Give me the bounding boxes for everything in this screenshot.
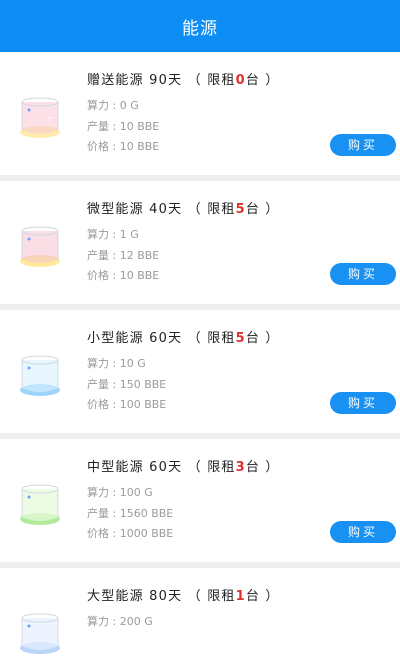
buy-button[interactable]: 购买 (330, 134, 396, 156)
limit-suffix: 台 ） (245, 589, 280, 604)
product-card: 中型能源 60天 （ 限租3台 ） 算力 : 100 G 产量 : 1560 B… (0, 439, 400, 568)
limit-suffix: 台 ） (245, 460, 280, 475)
energy-jar-icon (20, 226, 60, 267)
price-text: 价格 : 10 BBE (87, 269, 160, 282)
app-header: 能源 (0, 0, 400, 52)
product-days: 60天 (149, 331, 183, 346)
energy-product-list: 赠送能源 90天 （ 限租0台 ） 算力 : 0 G 产量 : 10 BBE 价… (0, 52, 400, 668)
limit-count: 3 (235, 460, 246, 475)
product-title: 小型能源 60天 （ 限租5台 ） (87, 327, 280, 346)
product-card: 赠送能源 90天 （ 限租0台 ） 算力 : 0 G 产量 : 10 BBE 价… (0, 52, 400, 181)
product-card: 小型能源 60天 （ 限租5台 ） 算力 : 10 G 产量 : 150 BBE… (0, 310, 400, 439)
buy-button[interactable]: 购买 (330, 263, 396, 285)
energy-jar-icon (20, 97, 60, 138)
output-text: 产量 : 10 BBE (87, 120, 160, 133)
buy-button[interactable]: 购买 (330, 392, 396, 414)
output-text: 产量 : 12 BBE (87, 249, 160, 262)
buy-button[interactable]: 购买 (330, 521, 396, 543)
product-name: 大型能源 (87, 589, 144, 604)
limit-count: 0 (235, 73, 246, 88)
hashrate-text: 算力 : 0 G (87, 99, 139, 112)
energy-jar-icon (20, 484, 60, 525)
limit-count: 5 (235, 331, 246, 346)
page-title: 能源 (182, 19, 218, 39)
energy-jar-icon (20, 613, 60, 654)
product-days: 40天 (149, 202, 183, 217)
limit-suffix: 台 ） (245, 202, 280, 217)
product-days: 90天 (149, 73, 183, 88)
limit-prefix: （ 限租 (187, 73, 236, 88)
product-card: 微型能源 40天 （ 限租5台 ） 算力 : 1 G 产量 : 12 BBE 价… (0, 181, 400, 310)
product-title: 大型能源 80天 （ 限租1台 ） (87, 585, 280, 604)
limit-prefix: （ 限租 (187, 202, 236, 217)
limit-suffix: 台 ） (245, 331, 280, 346)
price-text: 价格 : 10 BBE (87, 140, 160, 153)
hashrate-text: 算力 : 10 G (87, 357, 146, 370)
output-text: 产量 : 150 BBE (87, 378, 167, 391)
product-days: 80天 (149, 589, 183, 604)
product-card: 大型能源 80天 （ 限租1台 ） 算力 : 200 G (0, 568, 400, 668)
hashrate-text: 算力 : 200 G (87, 615, 153, 628)
hashrate-text: 算力 : 100 G (87, 486, 153, 499)
hashrate-text: 算力 : 1 G (87, 228, 139, 241)
product-days: 60天 (149, 460, 183, 475)
limit-count: 1 (235, 589, 246, 604)
price-text: 价格 : 100 BBE (87, 398, 167, 411)
product-title: 赠送能源 90天 （ 限租0台 ） (87, 69, 280, 88)
limit-count: 5 (235, 202, 246, 217)
product-title: 中型能源 60天 （ 限租3台 ） (87, 456, 280, 475)
output-text: 产量 : 1560 BBE (87, 507, 174, 520)
limit-prefix: （ 限租 (187, 589, 236, 604)
product-name: 微型能源 (87, 202, 144, 217)
product-title: 微型能源 40天 （ 限租5台 ） (87, 198, 280, 217)
limit-suffix: 台 ） (245, 73, 280, 88)
price-text: 价格 : 1000 BBE (87, 527, 174, 540)
product-name: 赠送能源 (87, 73, 144, 88)
limit-prefix: （ 限租 (187, 460, 236, 475)
product-name: 中型能源 (87, 460, 144, 475)
energy-jar-icon (20, 355, 60, 396)
limit-prefix: （ 限租 (187, 331, 236, 346)
product-name: 小型能源 (87, 331, 144, 346)
